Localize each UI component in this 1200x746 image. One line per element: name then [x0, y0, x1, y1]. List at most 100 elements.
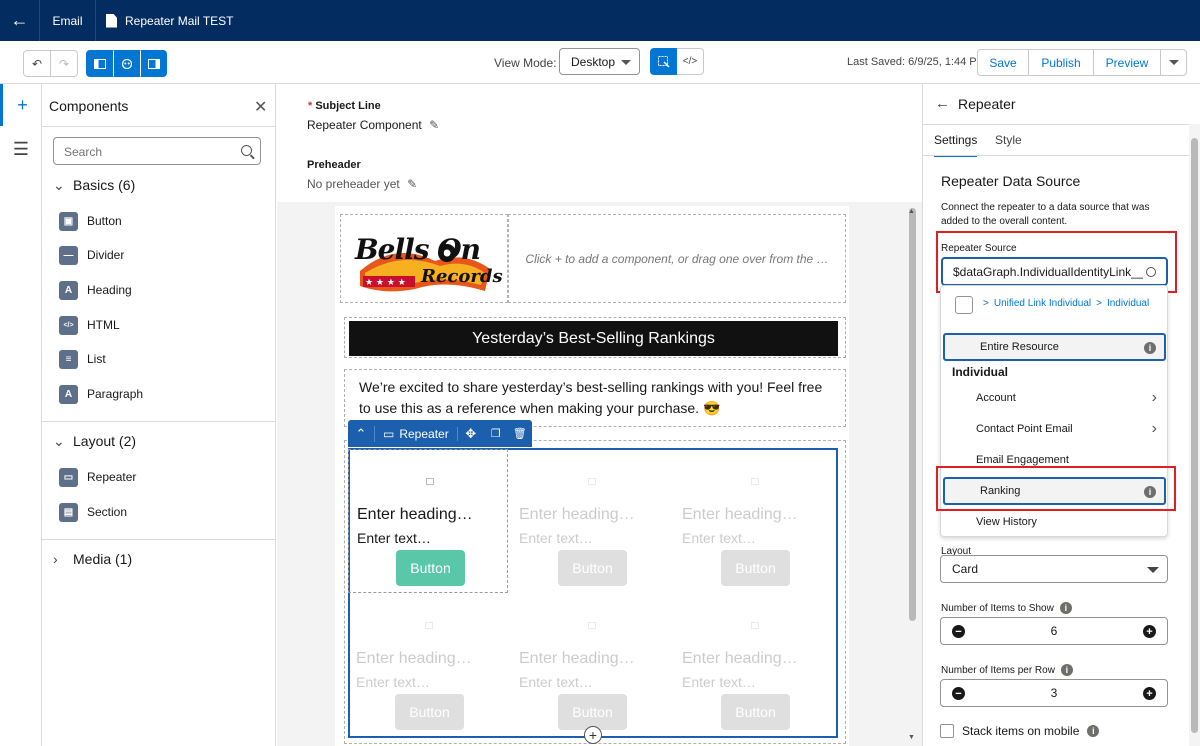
email-tab[interactable]: Email [40, 0, 96, 41]
component-section[interactable]: ▤ Section [59, 502, 127, 522]
visual-edit-icon[interactable] [650, 48, 677, 75]
einstein-icon[interactable] [113, 50, 140, 77]
undo-icon[interactable]: ↶ [23, 50, 51, 77]
scroll-down-icon[interactable]: ▼ [908, 734, 915, 741]
logo-block[interactable]: ★ ★ ★ ★ Bells On Records [340, 214, 508, 303]
card-button[interactable]: Button [721, 550, 790, 586]
component-list[interactable]: ≡ List [59, 349, 106, 369]
add-component-plus-icon[interactable]: + [584, 726, 602, 744]
option-contact-point-email[interactable]: Contact Point Email › [941, 415, 1167, 443]
svg-text:★ ★ ★ ★: ★ ★ ★ ★ [365, 278, 406, 288]
scroll-up-icon[interactable]: ▲ [908, 208, 915, 215]
back-arrow-icon[interactable]: ← [0, 0, 40, 41]
repeater-card[interactable]: Enter heading… Enter text… Button [348, 449, 508, 593]
publish-button[interactable]: Publish [1029, 49, 1094, 76]
breadcrumb-link[interactable]: Individual [1107, 298, 1149, 309]
canvas-scrollbar[interactable] [909, 208, 916, 621]
left-panel-toggle-icon[interactable] [86, 50, 113, 77]
component-label: Heading [87, 283, 132, 297]
search-input[interactable]: Search [53, 137, 261, 165]
section-title: Repeater Data Source [941, 173, 1081, 189]
info-icon[interactable]: i [1144, 342, 1156, 354]
repeater-select-button[interactable]: ▭ Repeater [375, 426, 458, 441]
repeater-source-input[interactable]: $dataGraph.IndividualIdentityLink__dlm [941, 257, 1168, 286]
select-checkbox[interactable] [955, 296, 973, 314]
card-button[interactable]: Button [395, 694, 464, 730]
media-section-header[interactable]: › Media (1) [42, 551, 275, 567]
repeater-card[interactable]: Enter heading… Enter text… Button [511, 450, 671, 594]
layout-select[interactable]: Card [940, 555, 1168, 583]
increment-icon[interactable]: + [1143, 687, 1156, 700]
collapse-chevron-up-icon[interactable]: ⌃ [348, 425, 375, 442]
subject-label-text: Subject Line [315, 100, 381, 112]
items-show-stepper[interactable]: − 6 + [940, 617, 1168, 645]
stack-mobile-checkbox[interactable] [940, 724, 954, 738]
preheader-field[interactable]: No preheader yet ✎ [307, 177, 417, 191]
outline-icon[interactable]: ☰ [0, 128, 42, 170]
component-button[interactable]: ▣ Button [59, 211, 122, 231]
component-paragraph[interactable]: A Paragraph [59, 384, 143, 404]
chevron-down-icon [1168, 60, 1179, 65]
repeater-card[interactable]: Enter heading… Enter text… Button [348, 594, 508, 738]
right-panel-toggle-icon[interactable] [140, 50, 167, 77]
option-view-history[interactable]: View History [941, 508, 1167, 536]
back-arrow-icon[interactable]: ← [935, 95, 950, 112]
option-account[interactable]: Account › [941, 384, 1167, 412]
document-tab[interactable]: Repeater Mail TEST [106, 0, 234, 41]
repeater-card[interactable]: Enter heading… Enter text… Button [511, 594, 671, 738]
undo-redo-group: ↶ ↷ [23, 50, 78, 77]
repeater-card[interactable]: Enter heading… Enter text… Button [674, 594, 834, 738]
component-label: Section [87, 505, 128, 519]
delete-icon[interactable]: 🗑 [508, 427, 532, 440]
intro-paragraph[interactable]: We’re excited to share yesterday’s best-… [344, 369, 846, 427]
view-mode-select[interactable]: Desktop [559, 48, 640, 75]
image-placeholder-icon [426, 478, 434, 485]
section-description: Connect the repeater to a data source th… [941, 202, 1150, 227]
component-repeater[interactable]: ▭ Repeater [59, 467, 136, 487]
info-icon[interactable]: i [1059, 602, 1072, 614]
save-button[interactable]: Save [977, 49, 1029, 76]
card-heading: Enter heading… [682, 506, 798, 523]
tab-settings[interactable]: Settings [934, 133, 978, 157]
move-icon[interactable]: ✥ [458, 426, 484, 442]
card-heading: Enter heading… [519, 650, 635, 667]
info-icon[interactable]: i [1087, 725, 1100, 737]
preheader-value: No preheader yet [307, 177, 400, 191]
banner-block[interactable]: Yesterday’s Best-Selling Rankings [344, 317, 846, 358]
duplicate-icon[interactable]: ❐ [484, 427, 508, 440]
card-button[interactable]: Button [558, 550, 627, 586]
card-button[interactable]: Button [721, 694, 790, 730]
option-entire-resource[interactable]: Entire Resource i [943, 333, 1166, 361]
code-view-icon[interactable]: </> [677, 48, 704, 75]
items-row-stepper[interactable]: − 3 + [940, 679, 1168, 707]
decrement-icon[interactable]: − [952, 625, 965, 638]
edit-mode-group: </> [650, 48, 704, 75]
pencil-icon[interactable]: ✎ [429, 118, 439, 132]
panel-scrollbar-thumb[interactable] [1191, 138, 1198, 733]
info-icon[interactable]: i [1060, 664, 1073, 676]
tab-style[interactable]: Style [995, 133, 1022, 147]
add-components-icon[interactable]: + [0, 84, 42, 126]
repeater-card[interactable]: Enter heading… Enter text… Button [674, 450, 834, 594]
empty-drop-zone[interactable]: Click + to add a component, or drag one … [508, 214, 846, 303]
subject-line-field[interactable]: Repeater Component ✎ [307, 118, 439, 132]
breadcrumb-link[interactable]: Unified Link Individual [994, 298, 1091, 309]
redo-icon[interactable]: ↷ [51, 50, 78, 77]
card-button[interactable]: Button [558, 694, 627, 730]
component-html[interactable]: </> HTML [59, 315, 120, 335]
card-button[interactable]: Button [396, 550, 465, 586]
card-text: Enter text… [682, 674, 756, 690]
preview-button[interactable]: Preview [1094, 49, 1161, 76]
component-heading[interactable]: A Heading [59, 280, 132, 300]
editor-toolbar: ↶ ↷ View Mode: Desktop </> Last Saved: 6… [0, 41, 1200, 84]
repeater-icon: ▭ [59, 467, 78, 487]
decrement-icon[interactable]: − [952, 687, 965, 700]
component-divider[interactable]: — Divider [59, 245, 124, 265]
pencil-icon[interactable]: ✎ [407, 177, 417, 191]
more-actions-button[interactable] [1161, 49, 1187, 76]
left-rail: + ☰ [0, 84, 42, 746]
basics-section-header[interactable]: ⌄ Basics (6) [42, 177, 275, 194]
increment-icon[interactable]: + [1143, 625, 1156, 638]
layout-section-header[interactable]: ⌄ Layout (2) [42, 433, 275, 450]
close-icon[interactable]: ✕ [254, 97, 267, 117]
